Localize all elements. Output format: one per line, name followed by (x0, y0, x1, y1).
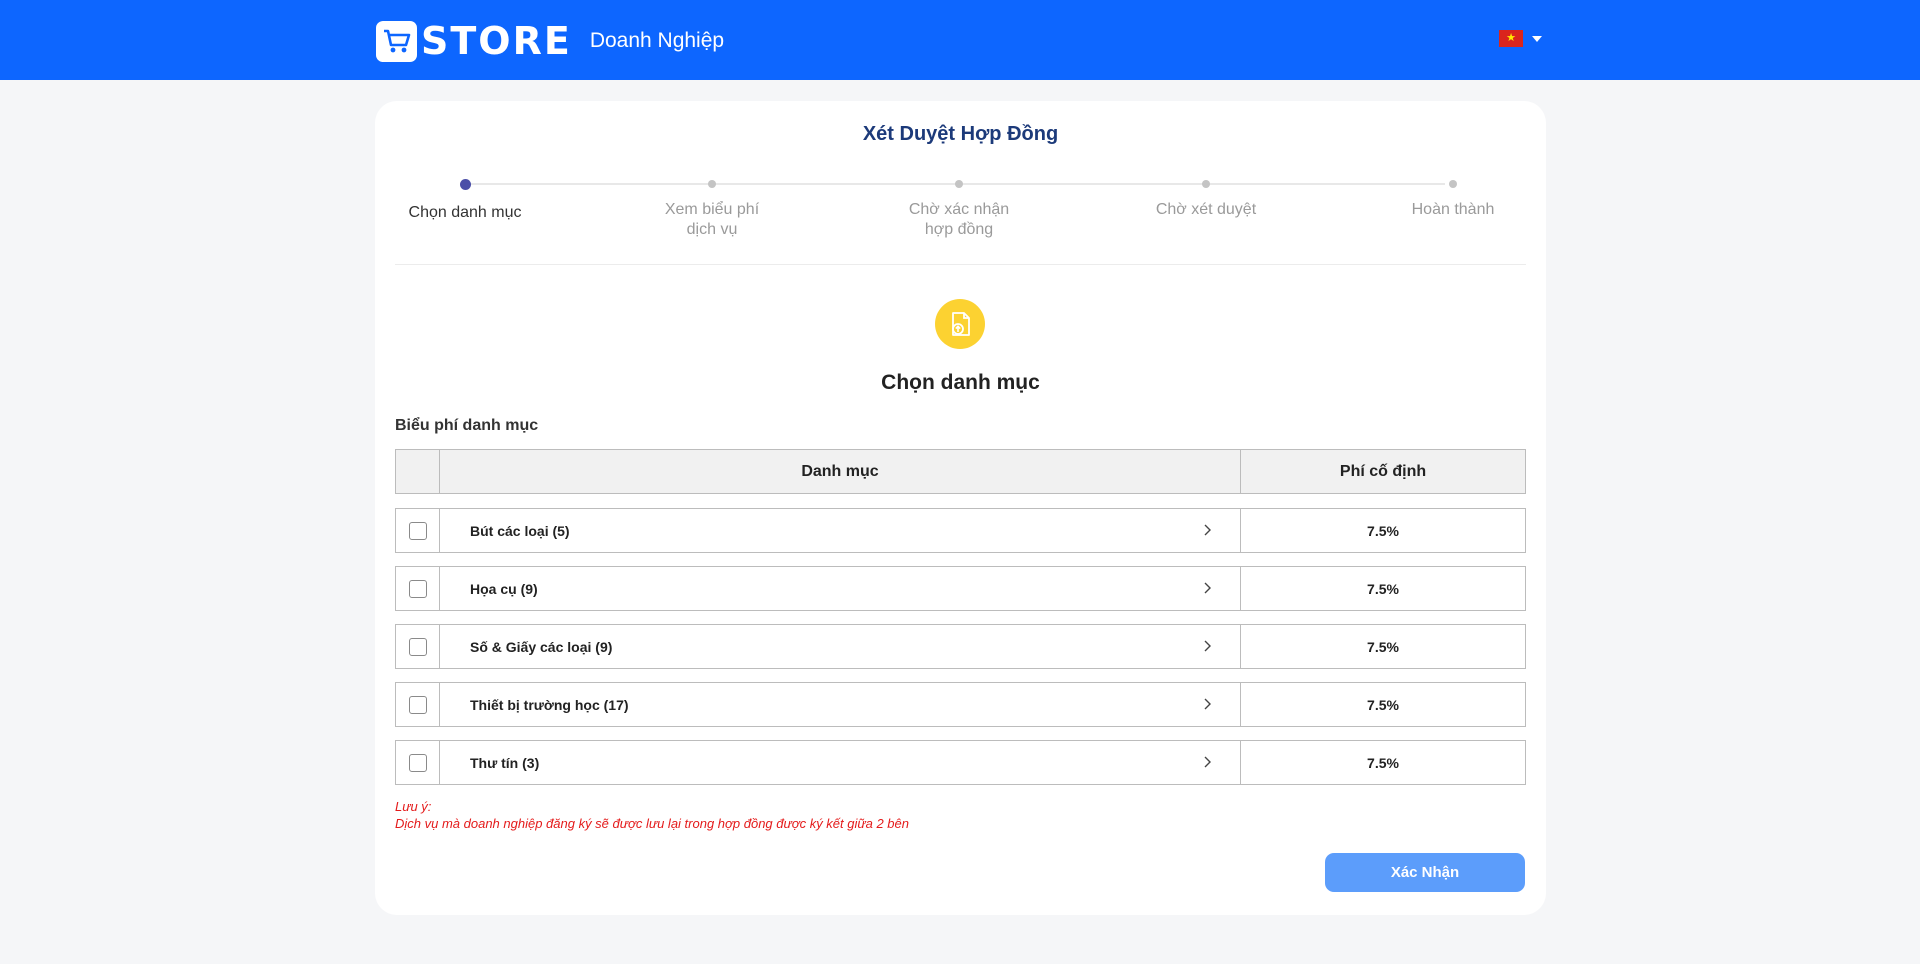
table-header: Danh mục Phí cố định (395, 449, 1526, 494)
category-fee: 7.5% (1367, 754, 1399, 771)
header-fixed-fee: Phí cố định (1339, 462, 1427, 480)
row-checkbox[interactable] (408, 753, 427, 772)
note-label: Lưu ý: (395, 799, 432, 814)
step-1-dot (460, 179, 471, 190)
category-expand[interactable]: Bút các loại (5) (440, 509, 1241, 552)
language-selector[interactable]: ★ (1499, 30, 1542, 47)
category-expand[interactable]: Số & Giấy các loại (9) (440, 625, 1241, 668)
store-logo[interactable]: STORE Doanh Nghiệp (376, 20, 724, 62)
page-title: Xét Duyệt Hợp Đồng (862, 123, 1059, 145)
file-upload-icon (935, 299, 985, 349)
chevron-right-icon (1204, 640, 1211, 652)
row-checkbox-cell (396, 741, 440, 784)
step-4-label: Chờ xét duyệt (1155, 201, 1257, 218)
chevron-right-icon (1204, 698, 1211, 710)
header-checkbox-cell (396, 450, 440, 493)
category-fee: 7.5% (1367, 522, 1399, 539)
chevron-right-icon (1204, 582, 1211, 594)
row-checkbox-cell (396, 625, 440, 668)
chevron-right-icon (1204, 524, 1211, 536)
confirm-button[interactable]: Xác Nhận (1325, 853, 1525, 892)
step-2-dot (708, 180, 716, 188)
step-5-label: Hoàn thành (1411, 201, 1495, 218)
category-name: Họa cụ (9) (470, 580, 538, 597)
section-title: Chọn danh mục (881, 371, 1040, 394)
table-row: Thư tín (3) 7.5% (395, 740, 1526, 785)
top-header: STORE Doanh Nghiệp ★ (0, 0, 1920, 80)
step-3-label: Chờ xác nhận hợp đồng (908, 201, 1010, 238)
caret-down-icon (1532, 35, 1542, 42)
category-expand[interactable]: Thiết bị trường học (17) (440, 683, 1241, 726)
table-row: Họa cụ (9) 7.5% (395, 566, 1526, 611)
step-1-label: Chọn danh mục (408, 204, 522, 221)
category-name: Bút các loại (5) (470, 522, 570, 539)
row-checkbox[interactable] (408, 637, 427, 656)
category-expand[interactable]: Thư tín (3) (440, 741, 1241, 784)
cart-icon (376, 20, 417, 62)
table-row: Số & Giấy các loại (9) 7.5% (395, 624, 1526, 669)
category-name: Số & Giấy các loại (9) (470, 638, 613, 655)
category-fee: 7.5% (1367, 580, 1399, 597)
row-checkbox-cell (396, 567, 440, 610)
table-caption: Biểu phí danh mục (395, 417, 539, 434)
logo-subtitle: Doanh Nghiệp (589, 29, 725, 52)
vietnam-flag-icon: ★ (1499, 30, 1523, 47)
section-divider (395, 264, 1526, 265)
contract-review-card: Xét Duyệt Hợp Đồng Chọn danh mục Xem biể… (375, 101, 1546, 915)
step-5-dot (1449, 180, 1457, 188)
header-category: Danh mục (440, 450, 1241, 493)
category-name: Thư tín (3) (470, 754, 540, 771)
row-checkbox-cell (396, 509, 440, 552)
row-checkbox-cell (396, 683, 440, 726)
category-fee: 7.5% (1367, 638, 1399, 655)
row-checkbox[interactable] (408, 521, 427, 540)
step-2-label: Xem biểu phí dịch vụ (664, 201, 760, 238)
note-text: Dịch vụ mà doanh nghiệp đăng ký sẽ được … (395, 816, 909, 831)
note-block: Lưu ý: Dịch vụ mà doanh nghiệp đăng ký s… (395, 798, 909, 832)
step-3-dot (955, 180, 963, 188)
category-name: Thiết bị trường học (17) (470, 696, 629, 713)
logo-wordmark: STORE (421, 19, 572, 63)
chevron-right-icon (1204, 756, 1211, 768)
category-expand[interactable]: Họa cụ (9) (440, 567, 1241, 610)
step-4-dot (1202, 180, 1210, 188)
row-checkbox[interactable] (408, 695, 427, 714)
row-checkbox[interactable] (408, 579, 427, 598)
table-row: Thiết bị trường học (17) 7.5% (395, 682, 1526, 727)
category-fee: 7.5% (1367, 696, 1399, 713)
table-row: Bút các loại (5) 7.5% (395, 508, 1526, 553)
